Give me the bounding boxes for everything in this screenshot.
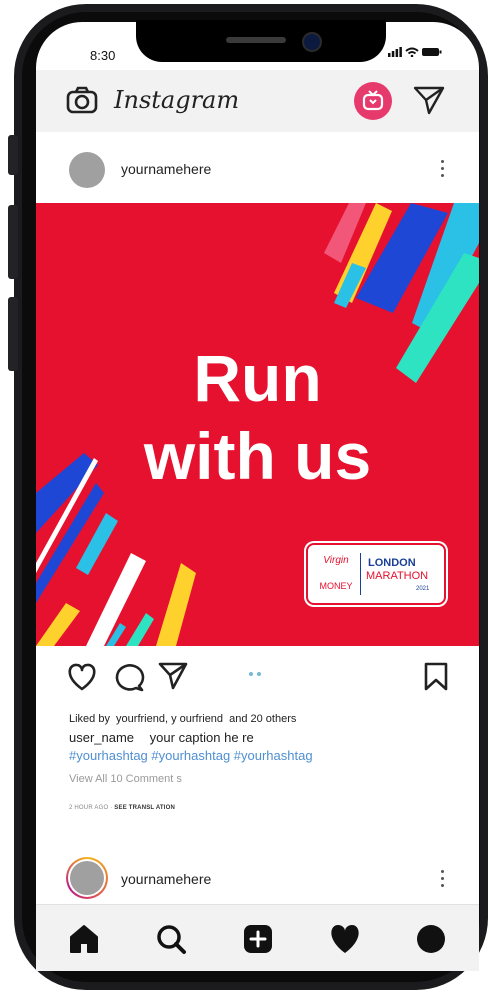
poster-headline-2: with us [143, 419, 372, 493]
home-icon[interactable] [67, 922, 101, 956]
like-icon[interactable] [66, 662, 98, 692]
liked-prefix: Liked by [69, 713, 110, 725]
status-time: 8:30 [90, 48, 116, 63]
battery-icon [422, 48, 442, 56]
marathon-logo: Virgin MONEY LONDON MARATHON 2021 [306, 543, 446, 605]
view-comments-link[interactable]: View All 10 Comment s [69, 773, 182, 785]
profile-icon[interactable] [414, 922, 448, 956]
post-time: 2 HOUR AGO · SEE TRANSL ATION [69, 805, 176, 811]
more-options-icon[interactable] [441, 160, 445, 181]
logo-year: 2021 [416, 586, 430, 592]
igtv-button[interactable] [354, 82, 392, 120]
direct-message-icon[interactable] [412, 84, 446, 116]
liked-suffix: and 20 others [229, 713, 297, 725]
app-title: Instagram [114, 86, 240, 114]
logo-london: LONDON [368, 557, 416, 569]
post-image[interactable]: Run with us Virgin MONEY LONDON MARATHON… [36, 203, 479, 646]
logo-virgin: Virgin [323, 555, 349, 566]
likes-text: Liked by yourfriend, y ourfriend and 20 … [69, 713, 296, 725]
volume-down-button [8, 297, 18, 371]
search-icon[interactable] [154, 922, 188, 956]
mute-button [8, 135, 18, 175]
next-post-username[interactable]: yournamehere [121, 871, 211, 887]
comment-icon[interactable] [113, 662, 145, 692]
next-post-avatar[interactable] [66, 857, 108, 899]
share-icon[interactable] [157, 661, 189, 691]
poster-headline-1: Run [193, 341, 322, 415]
caption-text: your caption he re [149, 730, 254, 745]
volume-up-button [8, 205, 18, 279]
camera-icon[interactable] [66, 86, 98, 114]
heart-icon[interactable] [328, 922, 362, 956]
speaker [226, 37, 286, 43]
igtv-icon [362, 90, 384, 111]
logo-marathon: MARATHON [366, 570, 429, 582]
front-camera [302, 32, 322, 52]
liked-users[interactable]: yourfriend, y ourfriend [116, 713, 223, 725]
hashtags[interactable]: #yourhashtag #yourhashtag #yourhashtag [69, 748, 313, 763]
post-username[interactable]: yournamehere [121, 161, 211, 177]
logo-divider [360, 553, 361, 595]
wifi-icon [405, 47, 419, 57]
caption-username[interactable]: user_name [69, 730, 134, 745]
time-ago: 2 HOUR AGO [69, 805, 109, 811]
save-icon[interactable] [424, 662, 448, 692]
add-icon[interactable] [241, 922, 275, 956]
next-post-more-icon[interactable] [441, 870, 445, 891]
logo-money: MONEY [319, 581, 353, 591]
status-icons [388, 47, 442, 57]
see-translation-link[interactable]: SEE TRANSL ATION [114, 805, 175, 811]
signal-icon [388, 47, 402, 57]
carousel-indicator [249, 663, 265, 681]
caption: user_name your caption he re [69, 730, 254, 745]
avatar[interactable] [69, 152, 105, 188]
